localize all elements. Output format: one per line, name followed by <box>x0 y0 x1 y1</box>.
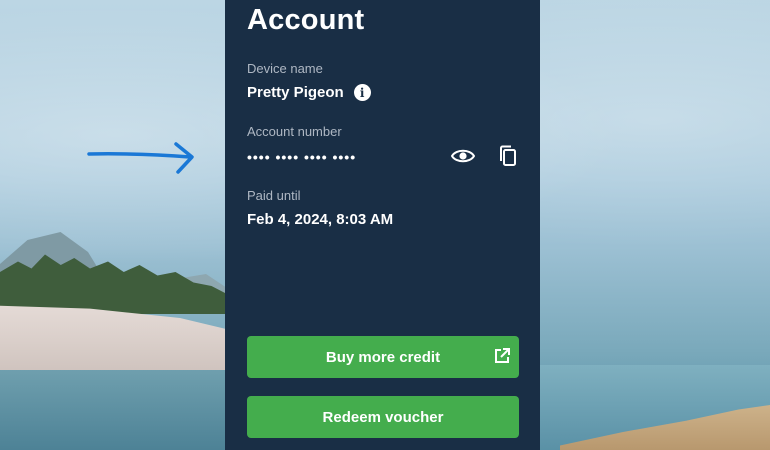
buy-more-credit-button[interactable]: Buy more credit <box>247 336 519 378</box>
device-name-row: Pretty Pigeon i <box>247 84 371 101</box>
paid-until-label: Paid until <box>247 188 301 203</box>
account-number-value: •••• •••• •••• •••• <box>247 149 357 165</box>
external-link-icon <box>495 348 510 363</box>
annotation-arrow-icon <box>87 142 194 174</box>
eye-icon[interactable] <box>451 146 475 166</box>
account-number-label: Account number <box>247 124 342 139</box>
page-title: Account <box>247 4 365 36</box>
buy-more-credit-label: Buy more credit <box>325 348 441 366</box>
redeem-voucher-label: Redeem voucher <box>322 408 444 426</box>
paid-until-value: Feb 4, 2024, 8:03 AM <box>247 211 394 228</box>
copy-icon[interactable] <box>498 145 518 167</box>
device-name-value: Pretty Pigeon <box>247 84 344 101</box>
lake <box>0 370 225 450</box>
device-name-label: Device name <box>247 61 323 76</box>
redeem-voucher-button[interactable]: Redeem voucher <box>247 396 519 438</box>
account-panel: Account Device name Pretty Pigeon i Acco… <box>225 0 540 450</box>
info-icon[interactable]: i <box>353 84 371 101</box>
